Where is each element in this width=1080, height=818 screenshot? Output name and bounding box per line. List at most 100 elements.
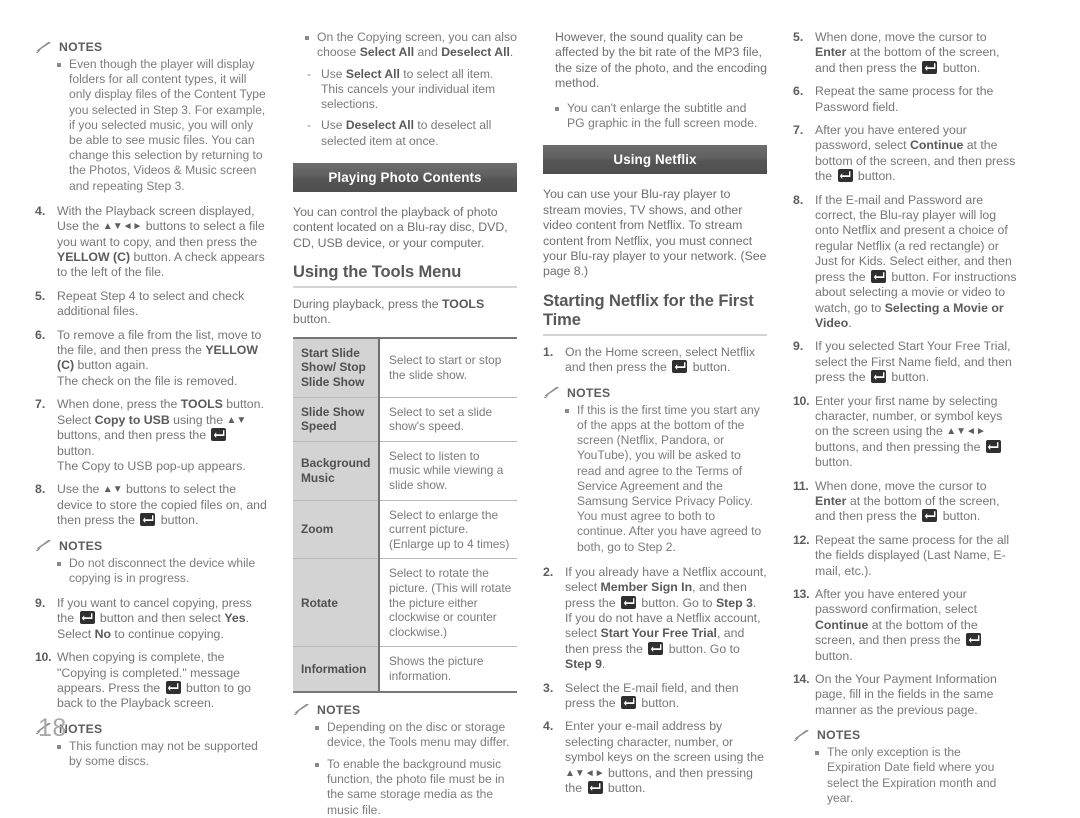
note-item: Do not disconnect the device while copyi… bbox=[57, 556, 267, 586]
step-number: 14. bbox=[793, 672, 810, 687]
netflix-intro: You can use your Blu-ray player to strea… bbox=[543, 187, 767, 279]
notes-list: Do not disconnect the device while copyi… bbox=[35, 556, 267, 586]
step-item: 7. When done, press the TOOLS button. Sel… bbox=[35, 397, 264, 473]
notes-title: NOTES bbox=[59, 538, 103, 553]
step-item: 8. If the E-mail and Password are correct… bbox=[793, 192, 1017, 330]
table-cell-value: Select to rotate the picture. (This will… bbox=[379, 558, 517, 648]
column-3: However, the sound quality can be affect… bbox=[535, 30, 785, 795]
pencil-icon bbox=[35, 539, 52, 552]
divider bbox=[293, 286, 517, 289]
table-row: Slide Show Speed Select to set a slide sh… bbox=[293, 397, 517, 442]
pencil-icon bbox=[543, 386, 560, 399]
table-cell-key: Slide Show Speed bbox=[293, 397, 380, 442]
list-item: Use Select All to select all item. This … bbox=[307, 67, 517, 113]
step-list-1: 4. With the Playback screen displayed, Us… bbox=[35, 204, 267, 529]
step-item: 10. When copying is complete, the "Copyin… bbox=[35, 650, 252, 711]
step-number: 8. bbox=[793, 192, 804, 207]
step-item: 9. If you selected Start Your Free Trial,… bbox=[793, 339, 1012, 385]
step-item: 10. Enter your first name by selecting ch… bbox=[793, 393, 1003, 470]
pencil-icon bbox=[293, 703, 310, 716]
enter-button-icon bbox=[672, 360, 688, 374]
notes-block: NOTES Depending on the disc or storage d… bbox=[293, 703, 517, 818]
step-number: 7. bbox=[35, 397, 46, 412]
step-number: 10. bbox=[793, 393, 810, 408]
tools-menu-table-body: Start Slide Show/ Stop Slide Show Select … bbox=[293, 336, 517, 693]
table-cell-value: Select to enlarge the current picture. (… bbox=[379, 500, 517, 560]
table-cell-key: Start Slide Show/ Stop Slide Show bbox=[293, 336, 380, 398]
notes-list: Even though the player will display fold… bbox=[35, 57, 267, 194]
table-row: Information Shows the picture information… bbox=[293, 646, 517, 693]
enter-button-icon bbox=[966, 633, 982, 647]
continued-text: However, the sound quality can be affect… bbox=[555, 30, 767, 91]
note-item: To enable the background music function,… bbox=[315, 757, 517, 818]
manual-page: NOTES Even though the player will displa… bbox=[0, 0, 1080, 817]
pencil-icon bbox=[793, 729, 810, 742]
table-cell-key: Rotate bbox=[293, 558, 380, 648]
step-item: 4. Enter your e-mail address by selecting… bbox=[543, 719, 764, 795]
column-1: NOTES Even though the player will displa… bbox=[35, 30, 285, 768]
divider bbox=[543, 333, 767, 336]
bullet-list: On the Copying screen, you can also choo… bbox=[293, 30, 517, 61]
notes-list: The only exception is the Expiration Dat… bbox=[793, 745, 1017, 806]
notes-block: NOTES This function may not be supported… bbox=[35, 722, 267, 769]
step-item: 9. If you want to cancel copying, press t… bbox=[35, 595, 252, 641]
step-number: 8. bbox=[35, 482, 46, 497]
step-item: 11. When done, move the cursor to Enter a… bbox=[793, 478, 1000, 524]
step-item: 2. If you already have a Netflix account,… bbox=[543, 564, 767, 672]
step-number: 11. bbox=[793, 478, 809, 493]
column-2: On the Copying screen, you can also choo… bbox=[285, 30, 535, 817]
step-number: 12. bbox=[793, 532, 810, 547]
enter-button-icon bbox=[587, 781, 603, 794]
tools-menu-table: Start Slide Show/ Stop Slide Show Select … bbox=[293, 336, 517, 693]
step-number: 5. bbox=[793, 30, 804, 44]
step-item: 3. Select the E-mail field, and then pres… bbox=[543, 680, 739, 710]
step-item: 4. With the Playback screen displayed, Us… bbox=[35, 203, 265, 280]
enter-button-icon bbox=[922, 509, 938, 523]
list-item: Use Deselect All to deselect all selecte… bbox=[307, 118, 517, 148]
enter-button-icon bbox=[871, 370, 886, 384]
step-number: 10. bbox=[35, 650, 52, 665]
step-item: 6. To remove a file from the list, move t… bbox=[35, 327, 262, 388]
list-item: You can't enlarge the subtitle and PG gr… bbox=[555, 101, 767, 132]
bullet-list: You can't enlarge the subtitle and PG gr… bbox=[543, 101, 767, 132]
step-list-netflix-2: 2. If you already have a Netflix account,… bbox=[543, 565, 767, 797]
note-item: If this is the first time you start any … bbox=[565, 403, 767, 555]
enter-button-icon bbox=[985, 439, 1001, 453]
enter-button-icon bbox=[211, 428, 227, 442]
notes-title: NOTES bbox=[567, 385, 611, 400]
subsection-heading-tools-menu: Using the Tools Menu bbox=[293, 263, 462, 282]
note-item: Even though the player will display fold… bbox=[57, 57, 267, 194]
note-item: Depending on the disc or storage device,… bbox=[315, 720, 517, 750]
enter-button-icon bbox=[837, 169, 853, 183]
step-list-netflix-1: 1. On the Home screen, select Netflix and… bbox=[543, 345, 767, 376]
step-list-2: 9. If you want to cancel copying, press t… bbox=[35, 596, 267, 712]
step-number: 4. bbox=[543, 719, 554, 734]
notes-list: This function may not be supported by so… bbox=[35, 739, 267, 769]
page-number: 18 bbox=[38, 714, 67, 742]
table-row: Rotate Select to rotate the picture. (Thi… bbox=[293, 558, 517, 648]
step-item: 5. Repeat Step 4 to select and check addi… bbox=[35, 288, 245, 319]
list-item: On the Copying screen, you can also choo… bbox=[305, 30, 517, 61]
dash-list: Use Select All to select all item. This … bbox=[293, 67, 517, 149]
pencil-icon bbox=[35, 41, 52, 54]
enter-button-icon bbox=[621, 595, 636, 609]
subsection-heading-starting-netflix: Starting Netflix for the First Time bbox=[543, 291, 754, 329]
table-row: Zoom Select to enlarge the current pictur… bbox=[293, 500, 517, 560]
enter-button-icon bbox=[648, 641, 664, 655]
step-item: 6. Repeat the same process for the Passwo… bbox=[793, 84, 994, 114]
enter-button-icon bbox=[871, 269, 886, 283]
notes-block: NOTES Do not disconnect the device while… bbox=[35, 539, 267, 586]
table-cell-value: Select to start or stop the slide show. bbox=[379, 336, 517, 398]
step-item: 7. After you have entered your password, … bbox=[793, 123, 1016, 184]
note-item: The only exception is the Expiration Dat… bbox=[815, 745, 1017, 806]
table-cell-key: Background Music bbox=[293, 441, 380, 501]
notes-header: NOTES bbox=[35, 722, 267, 736]
table-cell-value: Select to set a slide show's speed. bbox=[379, 397, 517, 442]
table-cell-key: Information bbox=[293, 646, 380, 693]
step-number: 3. bbox=[543, 680, 554, 695]
step-number: 6. bbox=[793, 84, 804, 99]
step-number: 6. bbox=[35, 327, 46, 342]
step-item: 8. Use the ▲▼ buttons to select the devic… bbox=[35, 482, 267, 528]
notes-header: NOTES bbox=[543, 386, 767, 400]
notes-title: NOTES bbox=[317, 702, 361, 717]
